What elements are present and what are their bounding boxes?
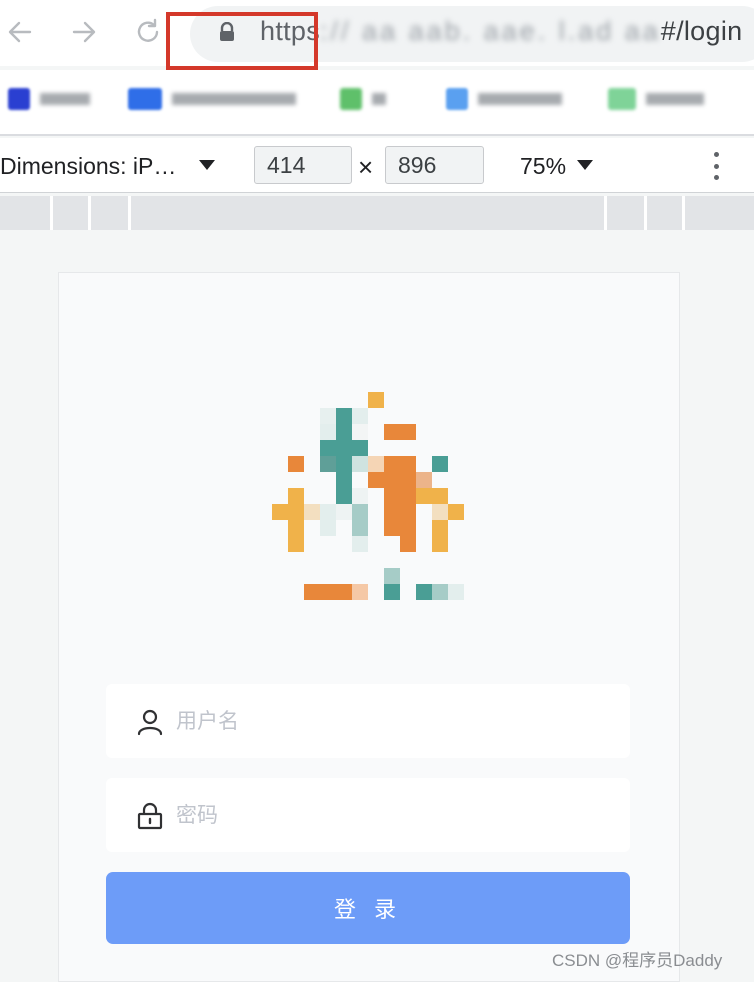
username-field [106, 684, 630, 758]
back-button[interactable] [2, 14, 38, 50]
bookmark-item[interactable] [446, 88, 562, 110]
bookmark-label-obscured [372, 93, 386, 105]
dimensions-dropdown-arrow-icon[interactable] [199, 160, 215, 170]
bookmark-label-obscured [646, 93, 704, 105]
annotation-highlight-box [166, 12, 318, 70]
url-path: #/login [660, 16, 743, 46]
password-field [106, 778, 630, 852]
forward-button[interactable] [66, 14, 102, 50]
reload-icon [137, 18, 159, 42]
username-input[interactable] [174, 702, 598, 742]
bookmark-label-obscured [172, 93, 296, 105]
url-host-obscured: :// aa aab. aae. l.ad aa [320, 16, 661, 46]
bookmark-label-obscured [478, 93, 562, 105]
password-input[interactable] [174, 796, 598, 836]
device-height-input[interactable] [385, 146, 484, 184]
bookmark-label-obscured [40, 93, 90, 105]
bookmark-item[interactable] [340, 88, 386, 110]
lock-icon [137, 802, 163, 830]
reload-button[interactable] [130, 14, 166, 50]
media-query-ruler [0, 196, 754, 230]
forward-arrow-icon [72, 21, 96, 43]
zoom-dropdown[interactable]: 75% [520, 153, 566, 180]
device-width-input[interactable] [254, 146, 352, 184]
bookmark-favicon-icon [608, 88, 636, 110]
bookmark-favicon-icon [128, 88, 162, 110]
bookmark-item[interactable] [128, 88, 296, 110]
login-button[interactable]: 登 录 [106, 872, 630, 944]
zoom-dropdown-arrow-icon[interactable] [577, 160, 593, 170]
back-arrow-icon [8, 21, 32, 43]
bookmark-item[interactable] [608, 88, 704, 110]
more-options-icon[interactable] [712, 152, 720, 180]
bookmark-favicon-icon [8, 88, 30, 110]
bookmark-item[interactable] [8, 88, 90, 110]
bookmark-favicon-icon [340, 88, 362, 110]
watermark: CSDN @程序员Daddy [552, 951, 723, 970]
dimension-separator: × [358, 152, 374, 182]
dimensions-dropdown[interactable]: Dimensions: iP… [0, 153, 176, 180]
user-icon [137, 709, 163, 736]
url-text[interactable]: https:// aa aab. aae. l.ad aa#/login [260, 16, 742, 47]
app-logo-obscured [272, 392, 464, 602]
bookmark-favicon-icon [446, 88, 468, 110]
